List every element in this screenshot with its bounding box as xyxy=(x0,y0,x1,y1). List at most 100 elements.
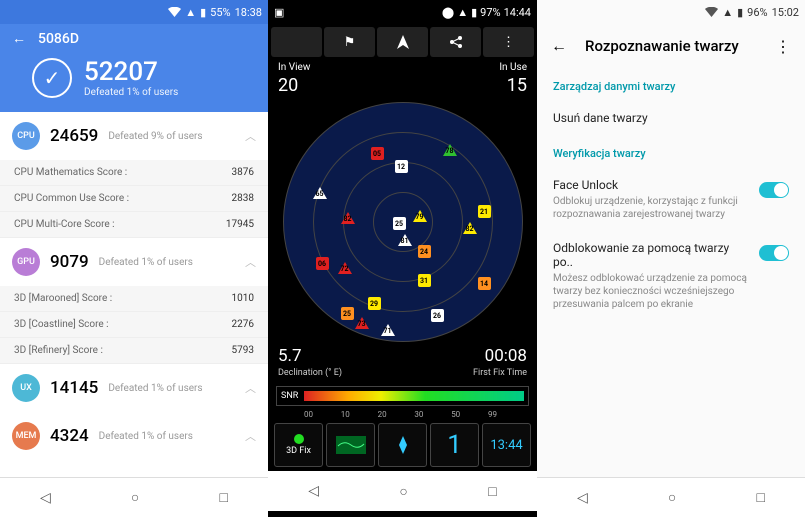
nav-home[interactable]: ○ xyxy=(131,489,139,506)
fix-status-button[interactable]: 3D Fix xyxy=(274,423,323,467)
nav-back[interactable]: ◁ xyxy=(577,490,588,506)
menu-button[interactable]: ⋮ xyxy=(483,27,534,57)
satellite-marker: 24 xyxy=(418,245,431,258)
satellite-marker: 06 xyxy=(316,257,329,270)
snr-tick: 00 xyxy=(304,410,313,419)
category-defeated: Defeated 1% of users xyxy=(108,383,235,394)
face-unlock-row[interactable]: Face Unlock Odblokuj urządzenie, korzyst… xyxy=(537,168,805,231)
category-score: 24659 xyxy=(50,126,98,146)
chevron-up-icon: ︿ xyxy=(245,380,256,396)
clock: 14:44 xyxy=(504,6,531,19)
battery-icon: ▮ xyxy=(471,6,477,19)
category-icon: GPU xyxy=(12,248,40,276)
in-use-label: In Use xyxy=(499,62,527,73)
in-use-count: 15 xyxy=(507,75,527,96)
swipe-unlock-toggle[interactable] xyxy=(759,245,789,261)
satellite-marker: 25 xyxy=(393,217,406,230)
night-button[interactable] xyxy=(271,27,322,57)
more-icon[interactable]: ⋮ xyxy=(775,37,791,56)
category-score: 14145 xyxy=(50,378,98,398)
status-bar: ▲ ▮ 55% 18:38 xyxy=(0,0,268,24)
declination-value: 5.7 xyxy=(278,346,302,366)
signal-icon: ▲ xyxy=(457,6,468,19)
category-row[interactable]: GPU 9079 Defeated 1% of users ︿ xyxy=(0,238,268,286)
app-icon: ▣ xyxy=(274,6,284,19)
in-view-count: 20 xyxy=(278,75,298,96)
back-icon[interactable]: ← xyxy=(12,30,26,47)
flag-button[interactable]: ⚑ xyxy=(324,27,375,57)
swipe-unlock-row[interactable]: Odblokowanie za pomocą twarzy po.. Możes… xyxy=(537,231,805,321)
nav-back[interactable]: ◁ xyxy=(308,483,319,499)
page-title: Rozpoznawanie twarzy xyxy=(585,37,757,55)
map-button[interactable] xyxy=(326,423,375,467)
category-row[interactable]: MEM 4324 Defeated 1% of users ︿ xyxy=(0,412,268,460)
satellite-marker: 72 xyxy=(338,262,352,274)
face-unlock-title: Face Unlock xyxy=(553,178,749,192)
section-manage: Zarządzaj danymi twarzy xyxy=(537,68,805,101)
nav-bar: ◁ ○ □ xyxy=(268,471,537,511)
gps-toolbar: ⚑ ⋮ xyxy=(268,24,537,60)
status-bar: ▣ ⬤ ▲ ▮ 97% 14:44 xyxy=(268,0,537,24)
declination-label: Declination (° E) xyxy=(278,368,342,378)
sub-score-row: 3D [Marooned] Score :1010 xyxy=(0,286,268,312)
signal-icon: ▲ xyxy=(185,6,196,19)
sub-value: 2276 xyxy=(232,319,254,330)
back-icon[interactable]: ← xyxy=(551,36,567,56)
category-row[interactable]: CPU 24659 Defeated 9% of users ︿ xyxy=(0,112,268,160)
nav-recent[interactable]: □ xyxy=(756,489,764,506)
sub-label: 3D [Refinery] Score : xyxy=(14,345,103,356)
face-unlock-toggle[interactable] xyxy=(759,182,789,198)
battery-pct: 55% xyxy=(210,6,230,19)
check-icon: ✓ xyxy=(32,58,72,98)
chevron-up-icon: ︿ xyxy=(245,254,256,270)
swipe-unlock-desc: Możesz odblokować urządzenie za pomocą t… xyxy=(553,272,749,311)
sub-score-row: 3D [Coastline] Score :2276 xyxy=(0,312,268,338)
sub-label: CPU Mathematics Score : xyxy=(14,167,127,178)
satellite-marker: 29 xyxy=(368,297,381,310)
fix-time-label: First Fix Time xyxy=(473,368,527,378)
section-verify: Weryfikacja twarzy xyxy=(537,135,805,168)
sub-label: CPU Common Use Score : xyxy=(14,193,129,204)
category-row[interactable]: UX 14145 Defeated 1% of users ︿ xyxy=(0,364,268,412)
sub-score-row: CPU Common Use Score :2838 xyxy=(0,186,268,212)
benchmark-header: ← 5086D ✓ 52207 Defeated 1% of users xyxy=(0,24,268,112)
category-score: 9079 xyxy=(50,252,89,272)
category-defeated: Defeated 1% of users xyxy=(99,431,235,442)
sub-score-row: CPU Multi-Core Score :17945 xyxy=(0,212,268,238)
battery-pct: 97% xyxy=(480,6,500,19)
delete-face-data[interactable]: Usuń dane twarzy xyxy=(537,101,805,135)
nav-home[interactable]: ○ xyxy=(399,483,407,500)
nav-back[interactable]: ◁ xyxy=(40,490,51,506)
battery-icon: ▮ xyxy=(737,6,743,19)
clock: 15:02 xyxy=(772,6,799,19)
nav-recent[interactable]: □ xyxy=(488,483,496,500)
face-unlock-desc: Odblokuj urządzenie, korzystając z funkc… xyxy=(553,195,749,221)
satellite-marker: 25 xyxy=(341,307,354,320)
snr-tick: 50 xyxy=(451,410,460,419)
page-button[interactable]: 1 xyxy=(430,423,479,467)
nav-bar: ◁ ○ □ xyxy=(537,477,805,517)
wifi-icon xyxy=(168,7,181,17)
chevron-up-icon: ︿ xyxy=(245,128,256,144)
sub-label: 3D [Marooned] Score : xyxy=(14,293,112,304)
fix-time-value: 00:08 xyxy=(485,346,527,366)
share-button[interactable] xyxy=(430,27,481,57)
signal-icon: ▲ xyxy=(722,6,733,19)
nav-recent[interactable]: □ xyxy=(219,489,227,506)
north-button[interactable] xyxy=(377,27,428,57)
compass-button[interactable] xyxy=(378,423,427,467)
sub-value: 3876 xyxy=(232,167,254,178)
category-icon: UX xyxy=(12,374,40,402)
sub-score-row: CPU Mathematics Score : 3876 xyxy=(0,160,268,186)
nav-bar: ◁ ○ □ xyxy=(0,477,268,517)
satellite-marker: 31 xyxy=(418,274,431,287)
settings-header: ← Rozpoznawanie twarzy ⋮ xyxy=(537,24,805,68)
satellite-marker: 12 xyxy=(395,160,408,173)
snr-box: SNR xyxy=(276,386,529,406)
time-button[interactable]: 13:44 xyxy=(482,423,531,467)
nav-home[interactable]: ○ xyxy=(668,489,676,506)
snr-tick: 10 xyxy=(341,410,350,419)
swipe-unlock-title: Odblokowanie za pomocą twarzy po.. xyxy=(553,241,749,269)
satellite-marker: 05 xyxy=(371,147,384,160)
sub-value: 5793 xyxy=(232,345,254,356)
